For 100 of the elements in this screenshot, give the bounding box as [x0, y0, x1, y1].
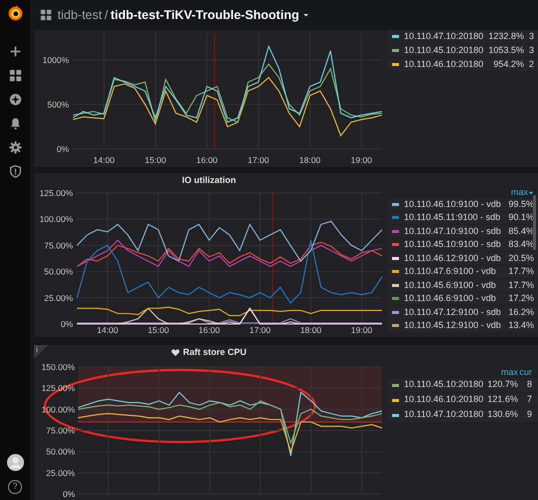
legend-label: 10.110.47.10:20180: [404, 408, 484, 422]
legend-row[interactable]: 10.110.46.10:20180 954.2% 2: [388, 58, 538, 71]
legend-value: 2: [528, 58, 534, 71]
legend-label: 10.110.45.11:9100 - sdb: [404, 211, 502, 224]
legend-label: 10.110.46.6:9100 - vdb: [404, 292, 497, 305]
axis-label: 150.00%: [41, 362, 75, 372]
grafana-logo[interactable]: [6, 5, 24, 22]
avatar-icon[interactable]: [6, 454, 24, 471]
legend-row[interactable]: 10.110.47.10:9100 - sdb 85.4%: [388, 225, 538, 238]
axis-label: 125.00%: [39, 188, 73, 198]
legend-row[interactable]: 10.110.45.11:9100 - sdb 90.1%: [388, 212, 538, 224]
axis-label: 14:00: [93, 155, 115, 165]
legend-value: 17.2%: [507, 292, 534, 305]
legend-row[interactable]: 10.110.47.10:20180 1232.8% 3: [388, 30, 538, 43]
axis-label: 19:00: [351, 325, 372, 335]
axis-label: 18:00: [299, 155, 321, 165]
legend-value: 90.1%: [507, 211, 534, 224]
legend-row[interactable]: 10.110.46.12:9100 - vdb 20.5%: [388, 252, 538, 264]
bell-icon[interactable]: [8, 117, 22, 130]
legend-value: 120.7%: [486, 378, 518, 392]
axis-label: 17:00: [249, 325, 271, 335]
legend-label: 10.110.47.10:20180: [404, 30, 484, 43]
legend-row[interactable]: 10.110.46.6:9100 - vdb 17.2%: [388, 292, 538, 305]
axis-label: 1000%: [42, 54, 69, 65]
legend-value: 954.2%: [492, 58, 524, 71]
legend-label: 10.110.45.10:20180: [404, 44, 484, 57]
legend-value: 7: [526, 393, 532, 406]
axis-label: 19:00: [350, 155, 372, 165]
legend-row[interactable]: 10.110.46.10:20180 121.6% 7: [388, 393, 538, 407]
axis-label: 50.00%: [46, 446, 75, 457]
legend-value: 13.4%: [507, 319, 534, 332]
legend-label: 10.110.45.12:9100 - vdb: [404, 319, 502, 332]
axis-label: 25.00%: [46, 468, 75, 478]
settings-icon[interactable]: [8, 141, 22, 154]
legend-value: 83.4%: [507, 238, 534, 251]
dashboards-icon[interactable]: [8, 69, 22, 82]
panel-title: Raft store CPU: [182, 346, 246, 359]
axis-label: 0%: [60, 319, 73, 329]
legend-label: 10.110.46.10:20180: [404, 393, 484, 406]
axis-label: 0%: [56, 144, 69, 154]
axis-label: 14:00: [96, 325, 118, 335]
legend-value: 17.7%: [507, 265, 534, 278]
legend-row[interactable]: 10.110.45.6:9100 - vdb 17.7%: [388, 279, 538, 292]
legend-value: 99.5%: [507, 198, 534, 210]
axis-label: 16:00: [196, 155, 218, 165]
axis-label: 100.00%: [39, 214, 73, 224]
column-header[interactable]: max: [510, 186, 528, 200]
legend-row[interactable]: 10.110.45.12:9100 - vdb 13.4%: [388, 320, 538, 332]
axis-label: 75.00%: [46, 426, 75, 436]
legend-value: 16.2%: [507, 306, 534, 318]
legend-value: 121.6%: [486, 393, 518, 406]
axis-label: 18:00: [300, 325, 322, 335]
dashboard-title[interactable]: tidb-test-TiKV-Trouble-Shooting: [110, 6, 300, 24]
legend-row[interactable]: 10.110.45.10:9100 - sdb 83.4%: [388, 238, 538, 251]
legend-value: 85.4%: [507, 224, 534, 238]
dashboards-icon: [40, 9, 52, 21]
plus-icon[interactable]: [8, 45, 22, 58]
compass-icon[interactable]: [8, 93, 22, 106]
legend-value: 3: [528, 44, 534, 57]
scrollbar[interactable]: [533, 195, 536, 250]
shield-icon[interactable]: [8, 165, 22, 178]
legend-label: 10.110.46.12:9100 - vdb: [404, 252, 502, 264]
legend-label: 10.110.45.10:9100 - sdb: [404, 238, 502, 251]
legend-value: 20.5%: [507, 252, 534, 264]
legend-row[interactable]: 10.110.47.10:20180 130.6% 9: [388, 408, 538, 422]
axis-label: 500%: [47, 99, 69, 110]
legend-row[interactable]: 10.110.46.10:9100 - vdb 99.5%: [388, 198, 538, 210]
legend-row[interactable]: 10.110.47.6:9100 - vdb 17.7%: [388, 266, 538, 278]
axis-label: 17:00: [248, 155, 270, 165]
legend-label: 10.110.46.10:20180: [404, 58, 484, 71]
legend-label: 10.110.47.10:9100 - sdb: [404, 224, 502, 238]
panel-title: IO utilization: [182, 174, 236, 187]
axis-label: 0%: [62, 489, 75, 499]
axis-label: 25.00%: [44, 292, 73, 303]
legend-row[interactable]: 10.110.47.12:9100 - sdb 16.2%: [388, 306, 538, 318]
column-header[interactable]: max: [500, 366, 518, 380]
legend-label: 10.110.47.12:9100 - sdb: [404, 306, 502, 318]
legend-row[interactable]: 10.110.45.10:20180 1053.5% 3: [388, 44, 538, 57]
legend-value: 9: [526, 408, 532, 422]
legend-row[interactable]: 10.110.45.10:20180 120.7% 8: [388, 378, 538, 392]
legend-label: 10.110.45.6:9100 - vdb: [404, 278, 497, 292]
legend-value: 8: [526, 378, 532, 392]
legend-label: 10.110.46.10:9100 - vdb: [404, 198, 502, 210]
legend-label: 10.110.45.10:20180: [404, 378, 484, 392]
axis-label: 15:00: [148, 325, 169, 335]
legend-label: 10.110.47.6:9100 - vdb: [404, 265, 497, 278]
axis-label: 50.00%: [44, 266, 73, 277]
axis-label: 75.00%: [44, 240, 73, 250]
column-header[interactable]: cur: [519, 366, 532, 380]
legend-value: 3: [528, 30, 534, 43]
caret-icon[interactable]: [302, 11, 310, 19]
breadcrumb-separator: /: [104, 6, 108, 24]
help-button[interactable]: ?: [8, 480, 22, 494]
axis-label: 15:00: [144, 155, 166, 165]
legend-value: 1053.5%: [487, 44, 524, 57]
info-marker[interactable]: i: [36, 345, 38, 354]
folder-link[interactable]: tidb-test: [58, 6, 102, 24]
legend-value: 1232.8%: [487, 30, 524, 43]
legend-value: 130.6%: [486, 408, 518, 422]
legend-value: 17.7%: [507, 278, 534, 292]
